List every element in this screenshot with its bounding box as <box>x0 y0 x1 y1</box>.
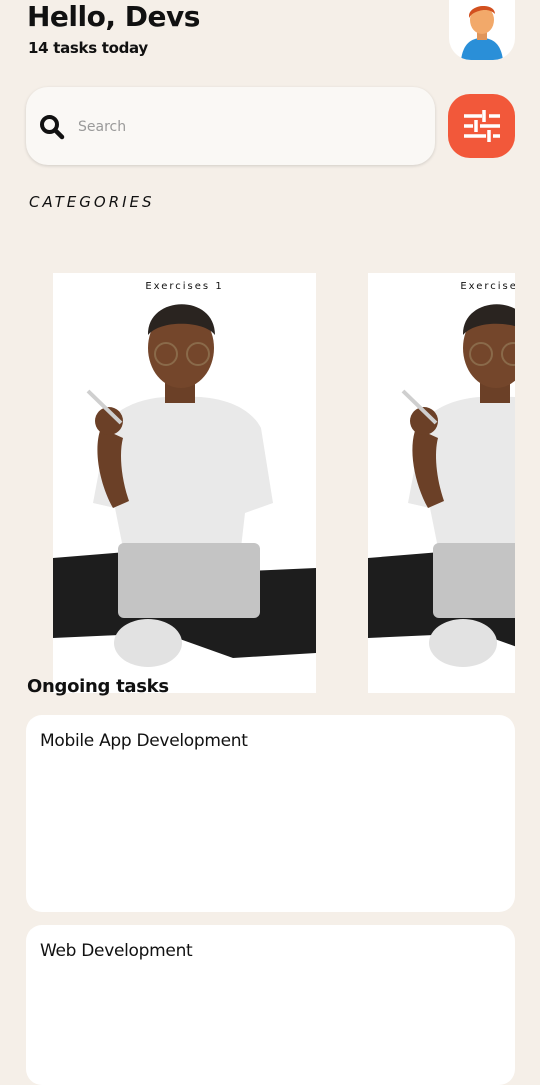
category-card[interactable]: Exercises 1 <box>53 273 316 693</box>
greeting-title: Hello, Devs <box>27 0 200 33</box>
avatar[interactable] <box>449 0 515 60</box>
task-title: Mobile App Development <box>40 731 248 751</box>
tasks-count: 14 tasks today <box>28 39 148 57</box>
category-label: Exercises 1 <box>460 281 515 292</box>
ongoing-tasks-heading: Ongoing tasks <box>27 676 169 697</box>
filter-button[interactable] <box>448 94 515 158</box>
user-avatar-icon <box>461 5 503 60</box>
search-icon[interactable] <box>39 114 65 144</box>
sliders-icon <box>463 110 500 142</box>
task-title: Web Development <box>40 941 193 961</box>
search-bar <box>26 87 435 165</box>
task-card[interactable]: Mobile App Development <box>26 715 515 912</box>
search-input[interactable] <box>76 113 420 141</box>
task-card[interactable]: Web Development <box>26 925 515 1085</box>
student-laptop-illustration <box>53 304 316 667</box>
category-card[interactable]: Exercises 1 <box>368 273 515 693</box>
category-label: Exercises 1 <box>145 281 224 292</box>
student-laptop-illustration <box>368 304 515 667</box>
categories-heading: CATEGORIES <box>29 193 155 211</box>
